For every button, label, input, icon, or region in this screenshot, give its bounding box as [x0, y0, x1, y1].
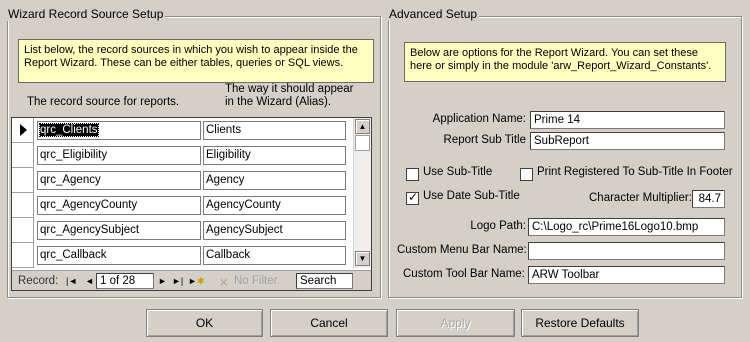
source-cell[interactable]: qrc_Callback	[37, 246, 201, 265]
alias-cell[interactable]: Eligibility	[203, 146, 346, 165]
source-cell[interactable]: qrc_AgencyCounty	[37, 196, 201, 215]
next-record-icon[interactable]: ►	[158, 276, 167, 286]
current-record-arrow-icon	[20, 124, 27, 136]
alias-cell[interactable]: Clients	[203, 121, 346, 140]
use-sub-title-checkbox[interactable]	[406, 168, 419, 181]
previous-record-icon[interactable]: ◄	[85, 276, 94, 286]
record-selector[interactable]	[12, 118, 34, 143]
record-selector[interactable]	[12, 193, 34, 218]
alias-cell[interactable]: AgencySubject	[203, 221, 346, 240]
record-position-field[interactable]: 1 of 28	[96, 273, 154, 289]
record-source-datasheet: qrc_Clients Clients qrc_Eligibility Elig…	[11, 117, 372, 291]
scroll-up-icon[interactable]: ▲	[355, 119, 370, 134]
ok-button[interactable]: OK	[146, 309, 263, 337]
table-row[interactable]: qrc_Eligibility Eligibility	[12, 143, 371, 168]
application-name-label: Application Name:	[432, 113, 526, 125]
alias-cell[interactable]: Callback	[203, 246, 346, 265]
custom-menu-bar-label: Custom Menu Bar Name:	[397, 244, 527, 256]
print-registered-label[interactable]: Print Registered To Sub-Title In Footer	[537, 166, 733, 178]
table-row[interactable]: qrc_Agency Agency	[12, 168, 371, 193]
table-row[interactable]: qrc_AgencyCounty AgencyCounty	[12, 193, 371, 218]
table-row[interactable]: qrc_Clients Clients	[12, 118, 371, 143]
logo-path-field[interactable]: C:\Logo_rc\Prime16Logo10.bmp	[528, 218, 725, 236]
custom-tool-bar-field[interactable]: ARW Toolbar	[528, 266, 725, 284]
character-multiplier-field[interactable]: 84.7	[692, 190, 725, 208]
checkmark-icon: ✓	[408, 190, 419, 204]
no-filter-icon[interactable]: ⨯	[219, 275, 229, 289]
cancel-button[interactable]: Cancel	[270, 309, 388, 337]
custom-tool-bar-label: Custom Tool Bar Name:	[403, 268, 525, 280]
scroll-down-icon[interactable]: ▼	[355, 251, 370, 266]
print-registered-checkbox[interactable]	[520, 168, 533, 181]
new-record-icon[interactable]: ►✱	[188, 276, 204, 287]
use-date-sub-title-label[interactable]: Use Date Sub-Title	[423, 190, 520, 202]
record-selector[interactable]	[12, 143, 34, 168]
source-cell[interactable]: qrc_AgencySubject	[37, 221, 201, 240]
source-cell[interactable]: qrc_Agency	[37, 171, 201, 190]
report-sub-title-label: Report Sub Title	[443, 134, 526, 146]
record-source-note: List below, the record sources in which …	[18, 39, 374, 83]
record-selector[interactable]	[12, 243, 34, 268]
use-date-sub-title-checkbox[interactable]: ✓	[406, 190, 419, 205]
table-row[interactable]: qrc_AgencySubject AgencySubject	[12, 218, 371, 243]
apply-button[interactable]: Apply	[396, 309, 515, 337]
advanced-setup-note: Below are options for the Report Wizard.…	[404, 42, 726, 82]
vertical-scrollbar[interactable]: ▲ ▼	[353, 118, 371, 268]
search-input[interactable]: Search	[296, 273, 353, 289]
source-cell[interactable]: qrc_Eligibility	[37, 146, 201, 165]
source-column-header: The record source for reports.	[27, 96, 180, 108]
application-name-field[interactable]: Prime 14	[530, 111, 725, 129]
record-navigation-bar: Record: |◄ ◄ 1 of 28 ► ►| ►✱ ⨯ No Filter…	[12, 270, 371, 290]
first-record-icon[interactable]: |◄	[66, 276, 77, 286]
use-sub-title-label[interactable]: Use Sub-Title	[423, 166, 492, 178]
record-selector[interactable]	[12, 168, 34, 193]
custom-menu-bar-field[interactable]	[528, 242, 725, 260]
record-selector[interactable]	[12, 218, 34, 243]
alias-cell[interactable]: AgencyCounty	[203, 196, 346, 215]
table-row[interactable]: qrc_Callback Callback	[12, 243, 371, 268]
last-record-icon[interactable]: ►|	[172, 276, 183, 286]
record-label: Record:	[18, 275, 59, 287]
scroll-thumb[interactable]	[355, 135, 370, 151]
alias-column-header: The way it should appear in the Wizard (…	[225, 83, 354, 108]
no-filter-button[interactable]: No Filter	[234, 275, 277, 287]
alias-cell[interactable]: Agency	[203, 171, 346, 190]
logo-path-label: Logo Path:	[470, 220, 526, 232]
report-sub-title-field[interactable]: SubReport	[530, 132, 725, 150]
source-cell[interactable]: qrc_Clients	[37, 121, 201, 140]
character-multiplier-label: Character Multiplier:	[589, 192, 692, 204]
advanced-setup-group-title: Advanced Setup	[387, 7, 480, 21]
restore-defaults-button[interactable]: Restore Defaults	[521, 309, 639, 337]
record-source-group-title: Wizard Record Source Setup	[6, 7, 166, 21]
